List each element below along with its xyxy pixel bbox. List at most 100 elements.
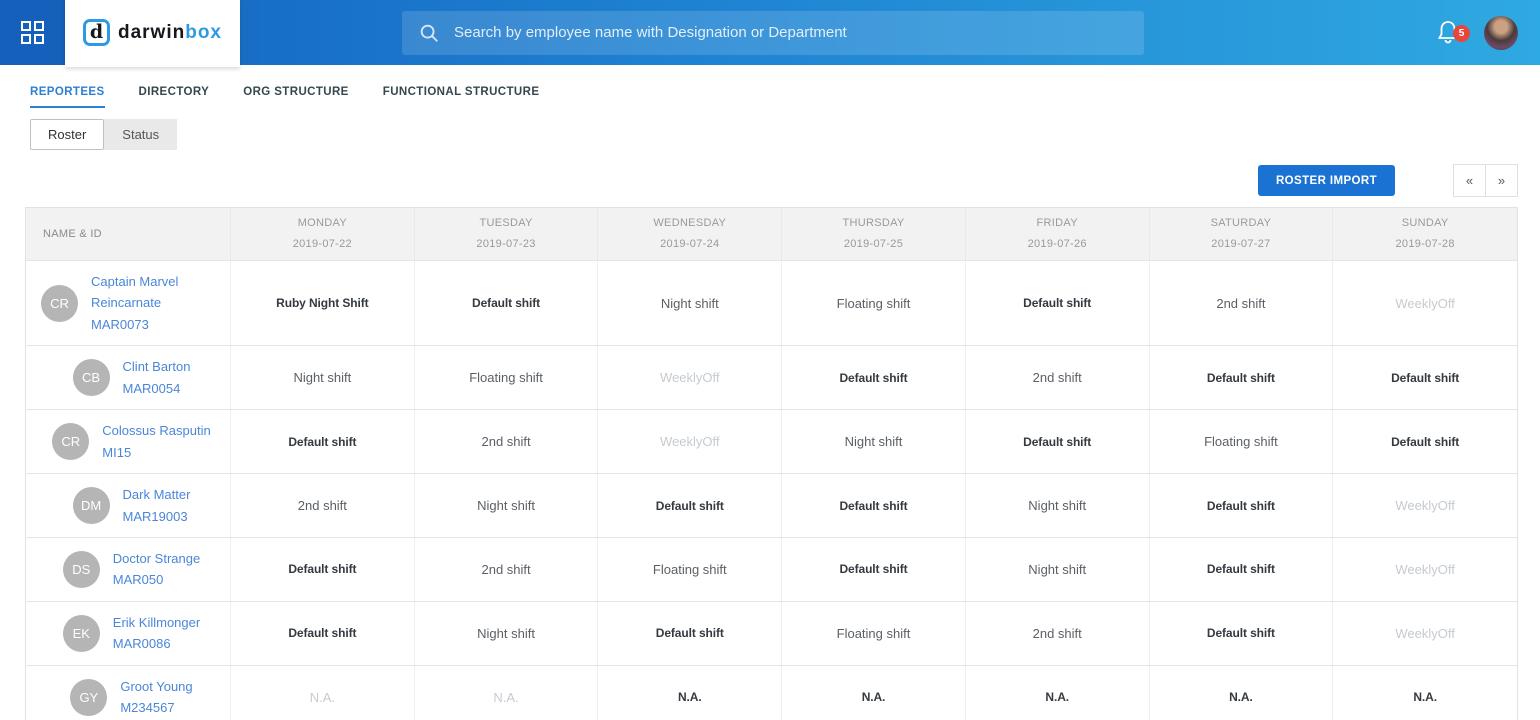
employee-id-link[interactable]: MI15 [102,442,210,463]
employee-id-link[interactable]: MAR0073 [91,314,222,335]
shift-cell[interactable]: Default shift [782,538,966,601]
employee-name-link[interactable]: Groot Young [120,676,192,697]
global-search[interactable] [402,11,1144,55]
employee-roster-row: GYGroot YoungM234567N.A.N.A.N.A.N.A.N.A.… [26,665,1517,720]
search-icon [418,22,440,44]
shift-cell[interactable]: Night shift [966,474,1150,537]
employee-name-link[interactable]: Doctor Strange [113,548,200,569]
tab-functional-structure[interactable]: FUNCTIONAL STRUCTURE [383,70,540,108]
shift-cell[interactable]: Default shift [415,261,599,345]
employee-initials-avatar: EK [63,615,100,652]
day-date: 2019-07-23 [476,234,535,255]
shift-cell[interactable]: 2nd shift [415,410,599,473]
shift-label: Default shift [472,296,540,310]
shift-cell[interactable]: Floating shift [415,346,599,409]
shift-label: N.A. [1413,690,1437,704]
shift-cell[interactable]: N.A. [782,666,966,720]
shift-label: Floating shift [1204,434,1278,449]
shift-cell[interactable]: Night shift [966,538,1150,601]
shift-cell[interactable]: Floating shift [598,538,782,601]
shift-cell[interactable]: N.A. [1333,666,1517,720]
toggle-status[interactable]: Status [104,119,177,150]
shift-cell[interactable]: Default shift [1333,410,1517,473]
shift-cell[interactable]: Default shift [598,602,782,665]
employee-name-link[interactable]: Dark Matter [123,484,191,505]
shift-cell[interactable]: Default shift [1150,538,1334,601]
shift-cell[interactable]: Night shift [415,474,599,537]
shift-cell[interactable]: N.A. [598,666,782,720]
shift-cell[interactable]: WeeklyOff [1333,474,1517,537]
shift-label: WeeklyOff [1395,626,1454,641]
tab-directory[interactable]: DIRECTORY [139,70,210,108]
shift-cell[interactable]: Floating shift [1150,410,1334,473]
shift-cell[interactable]: WeeklyOff [598,410,782,473]
shift-label: Default shift [839,371,907,385]
shift-label: Night shift [845,434,903,449]
brand-logo[interactable]: d darwinbox [65,0,240,67]
employee-name-link[interactable]: Clint Barton [123,356,191,377]
employee-id-link[interactable]: MAR0054 [123,378,191,399]
shift-cell[interactable]: WeeklyOff [1333,538,1517,601]
shift-cell[interactable]: Night shift [782,410,966,473]
search-input[interactable] [454,24,1128,41]
employee-name-link[interactable]: Colossus Rasputin [102,420,210,441]
shift-cell[interactable]: Floating shift [782,261,966,345]
day-column-header: THURSDAY2019-07-25 [782,208,966,260]
shift-cell[interactable]: WeeklyOff [1333,261,1517,345]
view-toggle: RosterStatus [0,113,1540,150]
shift-cell[interactable]: Default shift [1150,474,1334,537]
shift-cell[interactable]: Night shift [231,346,415,409]
shift-label: Floating shift [469,370,543,385]
shift-cell[interactable]: Default shift [966,261,1150,345]
shift-label: Default shift [288,562,356,576]
shift-label: N.A. [493,690,518,705]
shift-cell[interactable]: N.A. [966,666,1150,720]
shift-cell[interactable]: Default shift [782,346,966,409]
shift-cell[interactable]: Default shift [966,410,1150,473]
shift-cell[interactable]: Default shift [1150,602,1334,665]
shift-cell[interactable]: 2nd shift [231,474,415,537]
employee-name-link[interactable]: Erik Killmonger [113,612,200,633]
shift-cell[interactable]: WeeklyOff [598,346,782,409]
app-grid-menu-button[interactable] [0,0,65,65]
shift-cell[interactable]: 2nd shift [415,538,599,601]
shift-cell[interactable]: Ruby Night Shift [231,261,415,345]
shift-cell[interactable]: N.A. [1150,666,1334,720]
shift-cell[interactable]: Default shift [598,474,782,537]
employee-initials-avatar: CR [52,423,89,460]
shift-cell[interactable]: Default shift [1150,346,1334,409]
employee-id-link[interactable]: MAR0086 [113,633,200,654]
tab-org-structure[interactable]: ORG STRUCTURE [243,70,349,108]
shift-cell[interactable]: WeeklyOff [1333,602,1517,665]
shift-cell[interactable]: 2nd shift [966,346,1150,409]
shift-cell[interactable]: Default shift [231,538,415,601]
shift-cell[interactable]: Default shift [231,602,415,665]
employee-roster-row: DMDark MatterMAR190032nd shiftNight shif… [26,473,1517,537]
tab-reportees[interactable]: REPORTEES [30,70,105,108]
toggle-roster[interactable]: Roster [30,119,104,150]
shift-cell[interactable]: 2nd shift [1150,261,1334,345]
shift-cell[interactable]: Night shift [415,602,599,665]
notifications-button[interactable]: 5 [1436,19,1462,47]
shift-label: Default shift [1207,371,1275,385]
shift-cell[interactable]: Default shift [1333,346,1517,409]
user-avatar[interactable] [1484,16,1518,50]
roster-import-button[interactable]: ROSTER IMPORT [1258,165,1395,196]
shift-cell[interactable]: N.A. [415,666,599,720]
shift-cell[interactable]: Default shift [231,410,415,473]
day-name: MONDAY [298,213,347,234]
shift-cell[interactable]: 2nd shift [966,602,1150,665]
previous-week-button[interactable]: « [1453,164,1486,197]
shift-cell[interactable]: N.A. [231,666,415,720]
shift-label: Floating shift [837,626,911,641]
shift-cell[interactable]: Night shift [598,261,782,345]
roster-table-body: CRCaptain Marvel ReincarnateMAR0073Ruby … [26,260,1517,720]
employee-id-link[interactable]: MAR050 [113,569,200,590]
next-week-button[interactable]: » [1485,164,1518,197]
employee-id-link[interactable]: MAR19003 [123,506,191,527]
employee-name-cell: CRCaptain Marvel ReincarnateMAR0073 [26,261,231,345]
shift-cell[interactable]: Default shift [782,474,966,537]
employee-name-link[interactable]: Captain Marvel Reincarnate [91,271,222,314]
shift-cell[interactable]: Floating shift [782,602,966,665]
employee-id-link[interactable]: M234567 [120,697,192,718]
